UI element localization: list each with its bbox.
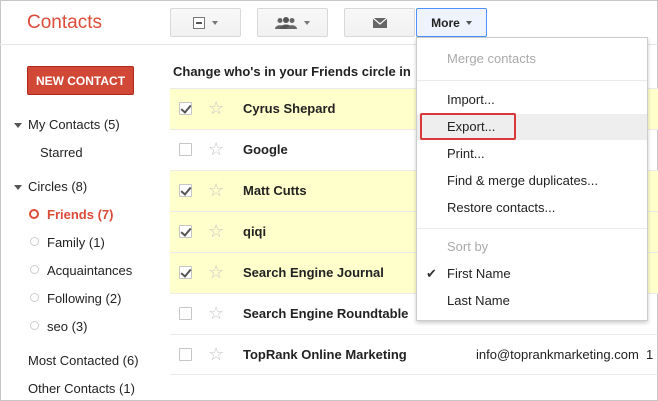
- contact-name[interactable]: qiqi: [243, 224, 266, 239]
- circle-ring-icon: [30, 293, 39, 302]
- more-button-label: More: [431, 15, 460, 30]
- menu-label-sort-by: Sort by: [447, 239, 489, 254]
- sidebar-item-most-contacted[interactable]: Most Contacted (6): [28, 353, 139, 368]
- sidebar-item-acquaintances[interactable]: Acquaintances: [47, 263, 132, 278]
- checkmark-icon: ✔: [426, 266, 437, 281]
- circle-ring-icon: [30, 321, 39, 330]
- contact-name[interactable]: Search Engine Roundtable: [243, 306, 408, 321]
- row-checkbox[interactable]: [179, 225, 192, 238]
- sidebar-item-friends[interactable]: Friends (7): [47, 207, 113, 222]
- circle-ring-icon: [30, 237, 39, 246]
- sidebar-item-circles[interactable]: Circles (8): [28, 179, 87, 194]
- more-dropdown-menu: Merge contacts Import... Export... Print…: [416, 37, 648, 321]
- row-checkbox[interactable]: [179, 143, 192, 156]
- more-button[interactable]: More: [416, 8, 487, 37]
- star-icon[interactable]: ☆: [208, 181, 224, 199]
- menu-divider: [417, 228, 647, 229]
- sidebar-item-family[interactable]: Family (1): [47, 235, 105, 250]
- chevron-down-icon: [465, 20, 472, 25]
- menu-item-sort-first-name[interactable]: ✔ First Name: [417, 261, 647, 287]
- select-dropdown-button[interactable]: [170, 8, 241, 37]
- star-icon[interactable]: ☆: [208, 304, 224, 322]
- row-checkbox[interactable]: [179, 184, 192, 197]
- new-contact-button[interactable]: NEW CONTACT: [27, 66, 134, 95]
- star-icon[interactable]: ☆: [208, 222, 224, 240]
- sidebar-item-my-contacts[interactable]: My Contacts (5): [28, 117, 120, 132]
- people-icon: [275, 16, 297, 29]
- row-checkbox[interactable]: [179, 266, 192, 279]
- star-icon[interactable]: ☆: [208, 263, 224, 281]
- menu-item-print[interactable]: Print...: [417, 141, 647, 167]
- contact-phone-partial: 1: [646, 347, 654, 362]
- row-checkbox[interactable]: [179, 307, 192, 320]
- app-title[interactable]: Contacts: [27, 12, 102, 34]
- sidebar-item-following[interactable]: Following (2): [47, 291, 121, 306]
- menu-item-label: First Name: [447, 266, 511, 281]
- contact-name[interactable]: Matt Cutts: [243, 183, 307, 198]
- sidebar-item-starred[interactable]: Starred: [40, 145, 83, 160]
- menu-divider: [417, 80, 647, 81]
- menu-item-merge-contacts: Merge contacts: [447, 51, 536, 66]
- checkbox-select-icon: [193, 16, 205, 29]
- list-header: Change who's in your Friends circle in: [173, 64, 411, 79]
- chevron-down-icon: [212, 20, 218, 25]
- export-highlight-annotation: [420, 113, 516, 140]
- menu-item-sort-last-name[interactable]: Last Name: [417, 288, 647, 314]
- envelope-icon: [372, 17, 387, 28]
- contact-name[interactable]: TopRank Online Marketing: [243, 347, 407, 362]
- menu-item-find-merge-duplicates[interactable]: Find & merge duplicates...: [417, 168, 647, 194]
- menu-item-import[interactable]: Import...: [417, 87, 647, 113]
- expand-triangle-icon[interactable]: [14, 185, 22, 190]
- sidebar-item-other-contacts[interactable]: Other Contacts (1): [28, 381, 135, 396]
- circle-ring-icon: [30, 265, 39, 274]
- email-button[interactable]: [344, 8, 415, 37]
- circles-dropdown-button[interactable]: [257, 8, 328, 37]
- star-icon[interactable]: ☆: [208, 345, 224, 363]
- contact-name[interactable]: Cyrus Shepard: [243, 101, 335, 116]
- expand-triangle-icon[interactable]: [14, 123, 22, 128]
- row-checkbox[interactable]: [179, 102, 192, 115]
- contact-name[interactable]: Google: [243, 142, 288, 157]
- menu-item-restore-contacts[interactable]: Restore contacts...: [417, 195, 647, 221]
- contact-name[interactable]: Search Engine Journal: [243, 265, 384, 280]
- star-icon[interactable]: ☆: [208, 140, 224, 158]
- table-row[interactable]: ☆ TopRank Online Marketing info@toprankm…: [170, 334, 658, 375]
- chevron-down-icon: [304, 20, 310, 25]
- circle-ring-icon: [29, 209, 39, 219]
- contact-email: info@toprankmarketing.com: [476, 347, 639, 362]
- star-icon[interactable]: ☆: [208, 99, 224, 117]
- sidebar-item-seo[interactable]: seo (3): [47, 319, 87, 334]
- row-checkbox[interactable]: [179, 348, 192, 361]
